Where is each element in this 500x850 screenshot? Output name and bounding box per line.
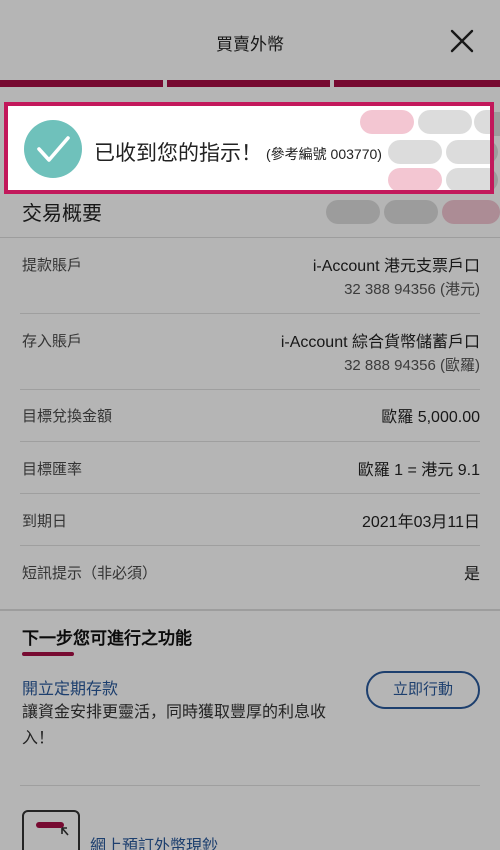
app-header: 買賣外幣 (0, 0, 500, 82)
page-title: 買賣外幣 (216, 35, 284, 54)
decorative-blob (418, 110, 472, 134)
open-time-deposit-link[interactable]: 開立定期存款 (22, 675, 118, 699)
summary-title: 交易概要 (22, 203, 102, 225)
next-steps-title: 下一步您可進行之功能 (22, 629, 192, 648)
order-foreign-banknotes-link[interactable]: 網上預訂外幣現鈔 (90, 832, 218, 850)
expiry-date-value: 2021年03月11日 (361, 514, 480, 531)
decorative-blob (474, 110, 490, 134)
success-check-icon (24, 120, 82, 178)
row-divider (20, 389, 480, 390)
row-divider (20, 785, 480, 786)
section-divider (0, 237, 500, 238)
deposit-account-value: i-Account 綜合貨幣儲蓄戶口 (280, 334, 480, 351)
decorative-blob (442, 200, 500, 224)
decorative-blob (326, 200, 380, 224)
row-divider (20, 441, 480, 442)
deposit-account-label: 存入賬戶 (22, 333, 83, 350)
act-now-button[interactable]: 立即行動 (366, 671, 480, 709)
decorative-blob (388, 168, 442, 190)
confirmation-message: 已收到您的指示！ (94, 142, 262, 165)
section-divider (0, 609, 500, 611)
decorative-blob (446, 140, 490, 164)
title-underline (22, 652, 74, 656)
decorative-blob (388, 140, 442, 164)
decorative-blob (384, 200, 438, 224)
banknote-order-icon (22, 810, 80, 850)
progress-step-2 (167, 80, 330, 87)
sms-alert-value: 是 (463, 566, 480, 583)
decorative-blob (446, 168, 490, 190)
deposit-account-number: 32 888 94356 (歐羅) (344, 357, 480, 374)
withdraw-account-number: 32 388 94356 (港元) (344, 281, 480, 298)
progress-step-3 (334, 80, 500, 87)
decorative-blob (360, 110, 414, 134)
expiry-date-label: 到期日 (22, 513, 68, 530)
reference-number: (參考編號 003770) (266, 146, 382, 162)
target-amount-value: 歐羅 5,000.00 (381, 409, 480, 426)
time-deposit-description: 讓資金安排更靈活，同時獲取豐厚的利息收入！ (22, 704, 327, 747)
withdraw-account-label: 提款賬戶 (22, 257, 83, 274)
progress-step-1 (0, 80, 163, 87)
target-amount-label: 目標兌換金額 (22, 408, 113, 425)
sms-alert-label: 短訊提示（非必須） (22, 565, 158, 582)
row-divider (20, 545, 480, 546)
row-divider (20, 313, 480, 314)
target-rate-label: 目標匯率 (22, 461, 83, 478)
withdraw-account-value: i-Account 港元支票戶口 (312, 258, 480, 275)
row-divider (20, 493, 480, 494)
confirmation-banner: 已收到您的指示！ (參考編號 003770) (4, 102, 494, 194)
target-rate-value: 歐羅 1 = 港元 9.1 (357, 462, 480, 479)
close-icon[interactable] (448, 27, 476, 55)
